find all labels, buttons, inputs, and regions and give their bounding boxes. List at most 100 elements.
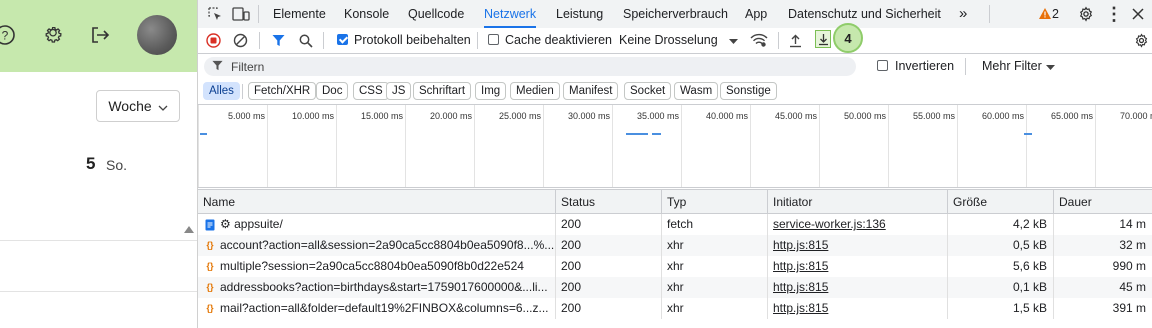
request-name-cell: {} addressbooks?action=birthdays&start=1… xyxy=(198,277,555,298)
settings-gear-icon[interactable] xyxy=(40,22,66,48)
timeline-tick-line xyxy=(750,105,751,187)
tab-sources[interactable]: Quellcode xyxy=(408,0,464,28)
request-initiator-link[interactable]: http.js:815 xyxy=(773,301,828,315)
timeline-tick-line xyxy=(888,105,889,187)
tab-network[interactable]: Netzwerk xyxy=(484,0,537,28)
request-initiator-cell: http.js:815 xyxy=(767,256,947,277)
invert-filter-label[interactable]: Invertieren xyxy=(895,54,954,79)
request-status: 200 xyxy=(555,256,661,277)
resource-type-filter: Alles Fetch/XHR Doc CSS JS Schriftart Im… xyxy=(198,80,1152,104)
document-icon xyxy=(204,219,216,231)
devtools-settings-gear-icon[interactable] xyxy=(1076,4,1096,24)
request-time: 32 m xyxy=(1053,235,1152,256)
filter-placeholder: Filtern xyxy=(231,59,265,74)
timeline-tick-label: 40.000 ms xyxy=(705,111,748,121)
more-tabs-button[interactable]: » xyxy=(959,0,967,28)
chip-css[interactable]: CSS xyxy=(353,82,389,100)
column-header-initiator[interactable]: Initiator xyxy=(767,190,947,214)
request-initiator-link[interactable]: service-worker.js:136 xyxy=(773,217,886,231)
table-row[interactable]: {} mail?action=all&folder=default19%2FIN… xyxy=(198,298,1152,319)
warning-count[interactable]: 2 xyxy=(1052,0,1059,28)
table-row[interactable]: {} multiple?session=2a90ca5cc8804b0ea509… xyxy=(198,256,1152,277)
tab-application[interactable]: App xyxy=(745,0,767,28)
request-name: ⚙ appsuite/ xyxy=(220,217,283,231)
help-icon[interactable]: ? xyxy=(0,22,18,48)
timeline-tick-line xyxy=(612,105,613,187)
chip-doc[interactable]: Doc xyxy=(316,82,349,100)
timeline-tick-line xyxy=(474,105,475,187)
more-options-kebab-icon[interactable]: ⋮ xyxy=(1104,4,1124,24)
separator xyxy=(965,58,966,75)
network-conditions-wifi-icon[interactable] xyxy=(749,31,769,49)
warning-triangle-icon[interactable] xyxy=(1038,6,1052,20)
separator xyxy=(259,32,260,49)
table-row[interactable]: {} addressbooks?action=birthdays&start=1… xyxy=(198,277,1152,298)
view-select[interactable]: Woche xyxy=(96,90,180,122)
search-icon[interactable] xyxy=(297,32,314,49)
column-header-name[interactable]: Name xyxy=(198,190,555,214)
chip-media[interactable]: Medien xyxy=(510,82,560,100)
chip-manifest[interactable]: Manifest xyxy=(563,82,619,100)
column-header-size[interactable]: Größe xyxy=(947,190,1053,214)
filter-funnel-icon[interactable] xyxy=(270,32,287,49)
request-initiator-link[interactable]: http.js:815 xyxy=(773,238,828,252)
scroll-up-arrow-icon[interactable] xyxy=(184,226,194,233)
chip-fetch-xhr[interactable]: Fetch/XHR xyxy=(248,82,317,100)
preserve-log-label[interactable]: Protokoll beibehalten xyxy=(354,28,471,53)
inspect-element-icon[interactable] xyxy=(206,5,224,23)
clear-icon[interactable] xyxy=(232,32,249,49)
timeline-tick-line xyxy=(957,105,958,187)
record-stop-icon[interactable] xyxy=(205,32,222,49)
calendar-grid-line xyxy=(0,291,197,292)
column-header-status[interactable]: Status xyxy=(555,190,661,214)
tab-elements[interactable]: Elemente xyxy=(273,0,326,28)
request-initiator-cell: http.js:815 xyxy=(767,277,947,298)
tab-memory[interactable]: Speicherverbrauch xyxy=(623,0,728,28)
request-time: 45 m xyxy=(1053,277,1152,298)
table-header: Name Status Typ Initiator Größe Dauer xyxy=(198,189,1152,214)
import-har-upload-icon[interactable] xyxy=(787,32,804,49)
more-filters-caret-icon[interactable] xyxy=(1045,62,1055,72)
tab-privacy-security[interactable]: Datenschutz und Sicherheit xyxy=(788,0,941,28)
export-har-download-icon[interactable] xyxy=(815,30,831,48)
avatar[interactable] xyxy=(137,15,177,55)
invert-filter-checkbox[interactable] xyxy=(877,60,888,71)
disable-cache-checkbox[interactable] xyxy=(488,34,499,45)
request-status: 200 xyxy=(555,235,661,256)
calendar-grid-line xyxy=(0,240,197,241)
close-icon[interactable] xyxy=(1128,4,1148,24)
network-settings-gear-icon[interactable] xyxy=(1132,31,1150,49)
chip-all[interactable]: Alles xyxy=(203,82,240,100)
column-header-type[interactable]: Typ xyxy=(661,190,767,214)
devtools-tabbar: Elemente Konsole Quellcode Netzwerk Leis… xyxy=(198,0,1152,29)
request-initiator-link[interactable]: http.js:815 xyxy=(773,259,828,273)
request-status: 200 xyxy=(555,214,661,235)
chip-wasm[interactable]: Wasm xyxy=(674,82,719,100)
tab-performance[interactable]: Leistung xyxy=(556,0,603,28)
timeline-tick-line xyxy=(681,105,682,187)
throttling-dropdown-caret-icon[interactable] xyxy=(728,36,738,46)
chip-js[interactable]: JS xyxy=(386,82,412,100)
disable-cache-label[interactable]: Cache deaktivieren xyxy=(505,28,612,53)
logout-icon[interactable] xyxy=(87,22,113,48)
preserve-log-checkbox[interactable] xyxy=(337,34,348,45)
column-header-time[interactable]: Dauer xyxy=(1053,190,1152,214)
chip-img[interactable]: Img xyxy=(475,82,507,100)
filter-funnel-icon xyxy=(212,60,223,74)
timeline-tick-label: 50.000 ms xyxy=(843,111,886,121)
filter-bar: Filtern Invertieren Mehr Filter xyxy=(198,54,1152,79)
chip-other[interactable]: Sonstige xyxy=(720,82,777,100)
timeline-tick-label: 60.000 ms xyxy=(981,111,1024,121)
svg-text:?: ? xyxy=(2,29,9,43)
network-overview-timeline[interactable]: 5.000 ms 10.000 ms 15.000 ms 20.000 ms 2… xyxy=(198,104,1152,188)
filter-input[interactable]: Filtern xyxy=(204,57,856,76)
more-filters-button[interactable]: Mehr Filter xyxy=(982,54,1042,79)
chip-socket[interactable]: Socket xyxy=(624,82,672,100)
tab-console[interactable]: Konsole xyxy=(344,0,389,28)
chip-font[interactable]: Schriftart xyxy=(413,82,472,100)
table-row[interactable]: {} account?action=all&session=2a90ca5cc8… xyxy=(198,235,1152,256)
request-initiator-link[interactable]: http.js:815 xyxy=(773,280,828,294)
throttling-select[interactable]: Keine Drosselung xyxy=(619,28,718,53)
device-toolbar-icon[interactable] xyxy=(232,5,250,23)
table-row[interactable]: ⚙ appsuite/ 200 fetch service-worker.js:… xyxy=(198,214,1152,235)
